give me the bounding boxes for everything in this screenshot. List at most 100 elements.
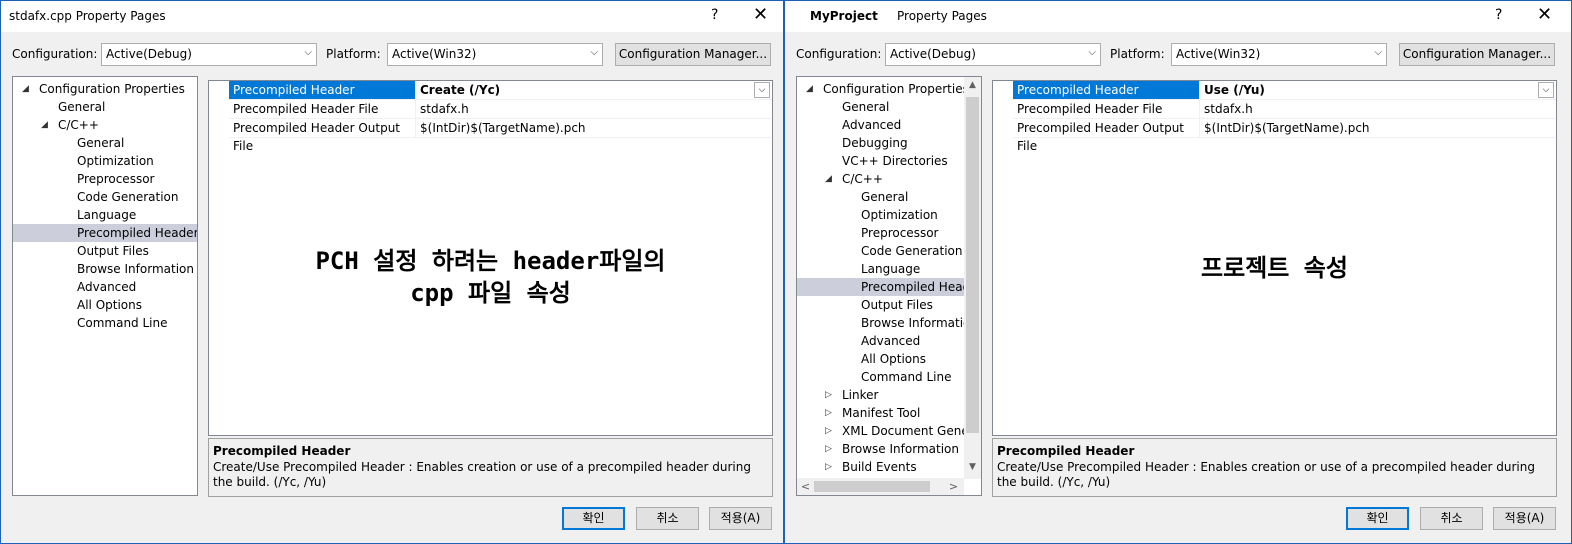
- tree-item[interactable]: Output Files: [797, 296, 981, 314]
- configuration-value: Active(Debug): [106, 47, 192, 61]
- scroll-right-icon[interactable]: >: [945, 480, 962, 493]
- tree-item-label: General: [842, 100, 890, 114]
- tree-item[interactable]: Debugging: [797, 134, 981, 152]
- tree-item[interactable]: Browse Informatior: [797, 314, 981, 332]
- configuration-combo[interactable]: Active(Debug) ⌵: [885, 43, 1101, 66]
- tree-item[interactable]: ◢ C/C++: [797, 170, 981, 188]
- tree-item[interactable]: ▷ Build Events: [797, 458, 981, 476]
- tree-item-label: Output Files: [77, 244, 149, 258]
- tree-item-label: Browse Information: [842, 442, 959, 456]
- tree-item[interactable]: All Options: [797, 350, 981, 368]
- cancel-button[interactable]: 취소: [636, 507, 699, 530]
- tree-item[interactable]: General: [13, 134, 197, 152]
- expand-arrow-icon[interactable]: ▷: [825, 386, 832, 404]
- tree-item[interactable]: ▷ XML Document Genera: [797, 422, 981, 440]
- tree-item[interactable]: All Options: [13, 296, 197, 314]
- tree-item[interactable]: Optimization: [797, 206, 981, 224]
- scroll-thumb[interactable]: [966, 97, 979, 433]
- grid-value[interactable]: Create (/Yc): [415, 81, 772, 99]
- tree-item[interactable]: ◢ Configuration Properties: [13, 80, 197, 98]
- tree-item[interactable]: Advanced: [13, 278, 197, 296]
- tree-item[interactable]: Preprocessor: [13, 170, 197, 188]
- collapse-arrow-icon[interactable]: ◢: [41, 116, 48, 134]
- tree-item[interactable]: General: [797, 188, 981, 206]
- platform-combo[interactable]: Active(Win32) ⌵: [387, 43, 603, 66]
- tree-item[interactable]: Command Line: [13, 314, 197, 332]
- scroll-left-icon[interactable]: <: [797, 480, 814, 493]
- tree-item[interactable]: Language: [797, 260, 981, 278]
- apply-button[interactable]: 적용(A): [1493, 507, 1556, 530]
- property-tree[interactable]: ▷ Build Events ▷ Browse Information ▷ XML Doc…: [796, 76, 982, 496]
- grid-row-precompiled-header-file[interactable]: Precompiled Header File stdafx.h: [1013, 100, 1556, 119]
- platform-combo[interactable]: Active(Win32) ⌵: [1171, 43, 1387, 66]
- expand-arrow-icon[interactable]: ▷: [825, 422, 832, 440]
- grid-row-precompiled-header-file[interactable]: Precompiled Header File stdafx.h: [229, 100, 772, 119]
- ok-button[interactable]: 확인: [1346, 507, 1409, 530]
- tree-item[interactable]: ▷ Linker: [797, 386, 981, 404]
- grid-name[interactable]: Precompiled Header Output File: [229, 119, 415, 153]
- expand-arrow-icon[interactable]: ▷: [825, 458, 832, 476]
- tree-item[interactable]: Precompiled Heade: [797, 278, 981, 296]
- tree-item[interactable]: Code Generation: [13, 188, 197, 206]
- tree-item[interactable]: Output Files: [13, 242, 197, 260]
- tree-item[interactable]: Code Generation: [797, 242, 981, 260]
- tree-item[interactable]: General: [797, 98, 981, 116]
- grid-value[interactable]: Use (/Yu): [1199, 81, 1556, 99]
- description-panel: Precompiled Header Create/Use Precompile…: [208, 438, 773, 497]
- grid-value[interactable]: stdafx.h: [1199, 100, 1556, 118]
- scroll-down-icon[interactable]: ▼: [964, 462, 981, 472]
- scroll-up-icon[interactable]: ▲: [964, 80, 981, 90]
- tree-item[interactable]: Browse Information: [13, 260, 197, 278]
- help-button[interactable]: ?: [1495, 7, 1502, 23]
- tree-item[interactable]: Command Line: [797, 368, 981, 386]
- collapse-arrow-icon[interactable]: ◢: [22, 80, 29, 98]
- grid-name[interactable]: Precompiled Header File: [229, 100, 415, 118]
- cancel-button[interactable]: 취소: [1420, 507, 1483, 530]
- grid-name[interactable]: Precompiled Header: [1013, 81, 1199, 99]
- grid-value[interactable]: $(IntDir)$(TargetName).pch: [415, 119, 772, 137]
- close-button[interactable]: ✕: [1537, 4, 1552, 25]
- configuration-manager-button[interactable]: Configuration Manager...: [1399, 43, 1555, 66]
- property-tree[interactable]: Command Line All Options Advanced Browse In…: [12, 76, 198, 496]
- apply-button[interactable]: 적용(A): [709, 507, 772, 530]
- tree-item[interactable]: Advanced: [797, 116, 981, 134]
- grid-name[interactable]: Precompiled Header Output File: [1013, 119, 1199, 153]
- grid-name[interactable]: Precompiled Header File: [1013, 100, 1199, 118]
- tree-item-label: Browse Information: [77, 262, 194, 276]
- tree-item[interactable]: ◢ C/C++: [13, 116, 197, 134]
- expand-arrow-icon[interactable]: ▷: [825, 404, 832, 422]
- collapse-arrow-icon[interactable]: ◢: [806, 80, 813, 98]
- tree-item[interactable]: Advanced: [797, 332, 981, 350]
- tree-item[interactable]: General: [13, 98, 197, 116]
- dropdown-icon[interactable]: ⌵: [754, 82, 770, 98]
- tree-item[interactable]: ◢ Configuration Properties: [797, 80, 981, 98]
- dropdown-icon[interactable]: ⌵: [1538, 82, 1554, 98]
- grid-value[interactable]: stdafx.h: [415, 100, 772, 118]
- close-button[interactable]: ✕: [753, 4, 768, 25]
- window-title-suffix: Property Pages: [897, 9, 987, 23]
- grid-row-precompiled-header-output-file[interactable]: Precompiled Header Output File $(IntDir)…: [1013, 119, 1556, 153]
- tree-item-label: Optimization: [77, 154, 154, 168]
- configuration-combo[interactable]: Active(Debug) ⌵: [101, 43, 317, 66]
- tree-item[interactable]: ▷ Manifest Tool: [797, 404, 981, 422]
- tree-item[interactable]: ▷ Browse Information: [797, 440, 981, 458]
- tree-item[interactable]: Language: [13, 206, 197, 224]
- tree-item-label: Language: [77, 208, 137, 222]
- horizontal-scrollbar[interactable]: < >: [797, 478, 964, 495]
- ok-button[interactable]: 확인: [562, 507, 625, 530]
- help-button[interactable]: ?: [711, 7, 718, 23]
- grid-row-precompiled-header[interactable]: Precompiled Header Use (/Yu) ⌵: [1013, 81, 1556, 100]
- vertical-scrollbar[interactable]: ▲ ▼: [964, 77, 981, 479]
- grid-row-precompiled-header-output-file[interactable]: Precompiled Header Output File $(IntDir)…: [229, 119, 772, 153]
- grid-row-precompiled-header[interactable]: Precompiled Header Create (/Yc) ⌵: [229, 81, 772, 100]
- expand-arrow-icon[interactable]: ▷: [825, 440, 832, 458]
- grid-value[interactable]: $(IntDir)$(TargetName).pch: [1199, 119, 1556, 137]
- tree-item[interactable]: VC++ Directories: [797, 152, 981, 170]
- grid-name[interactable]: Precompiled Header: [229, 81, 415, 99]
- tree-item[interactable]: Optimization: [13, 152, 197, 170]
- tree-item[interactable]: Precompiled Headers: [13, 224, 197, 242]
- scroll-thumb[interactable]: [814, 481, 930, 492]
- configuration-manager-button[interactable]: Configuration Manager...: [615, 43, 771, 66]
- collapse-arrow-icon[interactable]: ◢: [825, 170, 832, 188]
- tree-item[interactable]: Preprocessor: [797, 224, 981, 242]
